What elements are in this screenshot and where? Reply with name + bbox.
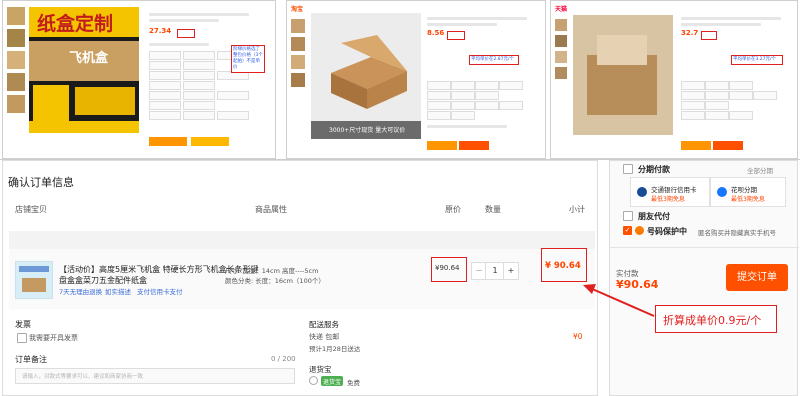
annotation-box: 折算成单价0.9元/个 <box>655 305 777 333</box>
annotation-arrow <box>583 284 655 317</box>
annotation-text: 折算成单价0.9元/个 <box>663 314 762 327</box>
